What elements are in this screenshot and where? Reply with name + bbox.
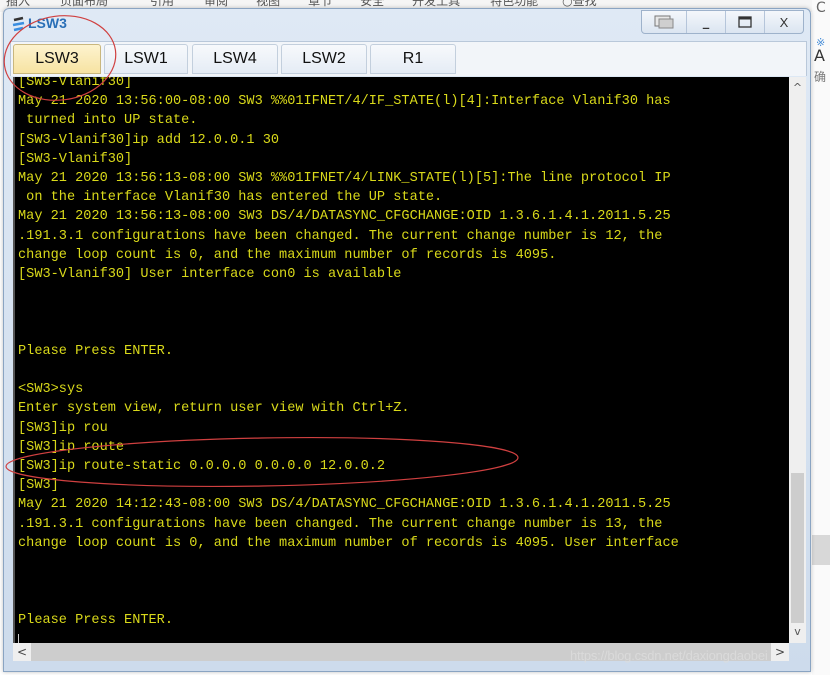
terminal-line: [SW3-Vlanif30]ip add 12.0.0.1 30	[18, 132, 280, 148]
terminal-text: [SW3-Vlanif30] May 21 2020 13:56:00-08:0…	[18, 77, 679, 630]
terminal-output[interactable]: [SW3-Vlanif30] May 21 2020 13:56:00-08:0…	[13, 77, 791, 643]
terminal-line: [SW3]ip route	[18, 439, 125, 455]
watermark: https://blog.csdn.net/daxiongdaobei	[570, 648, 768, 663]
terminal-line: [SW3]ip rou	[18, 420, 108, 436]
scroll-right-button[interactable]: >	[771, 643, 789, 661]
terminal-line: change loop count is 0, and the maximum …	[18, 247, 557, 263]
terminal-line: change loop count is 0, and the maximum …	[18, 535, 679, 551]
close-button[interactable]: X	[764, 11, 803, 33]
terminal-line: [SW3-Vlanif30]	[18, 151, 133, 167]
terminal-line: May 21 2020 13:56:13-08:00 SW3 DS/4/DATA…	[18, 209, 671, 225]
terminal-line: on the interface Vlanif30 has entered th…	[26, 190, 443, 206]
restore-icon	[654, 15, 674, 29]
console-window: LSW3 _ X LSW3 LSW1 LSW4 LSW2 R1 [SW3-Vla…	[3, 8, 811, 672]
window-title: LSW3	[28, 15, 67, 31]
terminal-line: .191.3.1 configurations have been change…	[18, 516, 663, 532]
side-glyph: 确	[814, 70, 827, 84]
side-glyph: A	[814, 46, 825, 65]
maximize-button[interactable]	[725, 11, 764, 33]
terminal-line: May 21 2020 13:56:13-08:00 SW3 %%01IFNET…	[18, 171, 671, 187]
minimize-icon: _	[702, 14, 710, 30]
terminal-line: May 21 2020 13:56:00-08:00 SW3 %%01IFNET…	[18, 94, 671, 110]
terminal-line: .191.3.1 configurations have been change…	[18, 228, 663, 244]
minimize-button[interactable]: _	[686, 11, 725, 33]
terminal-line: [SW3]	[18, 478, 59, 494]
terminal-line: Please Press ENTER.	[18, 612, 173, 628]
terminal-line: May 21 2020 14:12:43-08:00 SW3 DS/4/DATA…	[18, 497, 671, 513]
text-cursor	[18, 634, 19, 643]
maximize-icon	[738, 16, 752, 28]
terminal-line: Enter system view, return user view with…	[18, 401, 410, 417]
chevron-left-icon: <	[16, 645, 28, 659]
title-bar[interactable]: LSW3 _ X	[4, 9, 810, 37]
chevron-right-icon: >	[774, 645, 786, 659]
scroll-left-button[interactable]: <	[13, 643, 31, 661]
terminal-line: [SW3-Vlanif30]	[18, 77, 133, 90]
switch-icon	[12, 16, 25, 32]
close-icon: X	[779, 14, 789, 30]
terminal-line: <SW3>sys	[18, 382, 84, 398]
device-tab-strip: LSW3 LSW1 LSW4 LSW2 R1	[10, 41, 807, 76]
background-side-panel: C ※ A 确	[812, 0, 830, 675]
tab-r1[interactable]: R1	[370, 44, 456, 74]
side-bar	[812, 535, 830, 565]
side-glyph: C	[816, 0, 826, 16]
tab-lsw2[interactable]: LSW2	[281, 44, 367, 74]
tab-lsw4[interactable]: LSW4	[192, 44, 278, 74]
tab-lsw1[interactable]: LSW1	[104, 44, 188, 74]
restore-window-button[interactable]	[642, 11, 686, 33]
chevron-up-icon: ^	[792, 81, 803, 94]
terminal-line: [SW3-Vlanif30] User interface con0 is av…	[18, 267, 402, 283]
tab-lsw3[interactable]: LSW3	[13, 44, 101, 74]
chevron-down-icon: v	[794, 625, 801, 638]
search-icon: ○	[562, 0, 573, 8]
terminal-line: [SW3]ip route-static 0.0.0.0 0.0.0.0 12.…	[18, 459, 386, 475]
scroll-down-button[interactable]: v	[789, 623, 806, 641]
vertical-scroll-thumb[interactable]	[791, 473, 804, 623]
terminal-line: turned into UP state.	[26, 113, 198, 129]
window-controls: _ X	[641, 10, 804, 34]
vertical-scrollbar[interactable]: ^ v	[789, 77, 806, 643]
scroll-up-button[interactable]: ^	[789, 79, 806, 97]
terminal-line: Please Press ENTER.	[18, 343, 173, 359]
